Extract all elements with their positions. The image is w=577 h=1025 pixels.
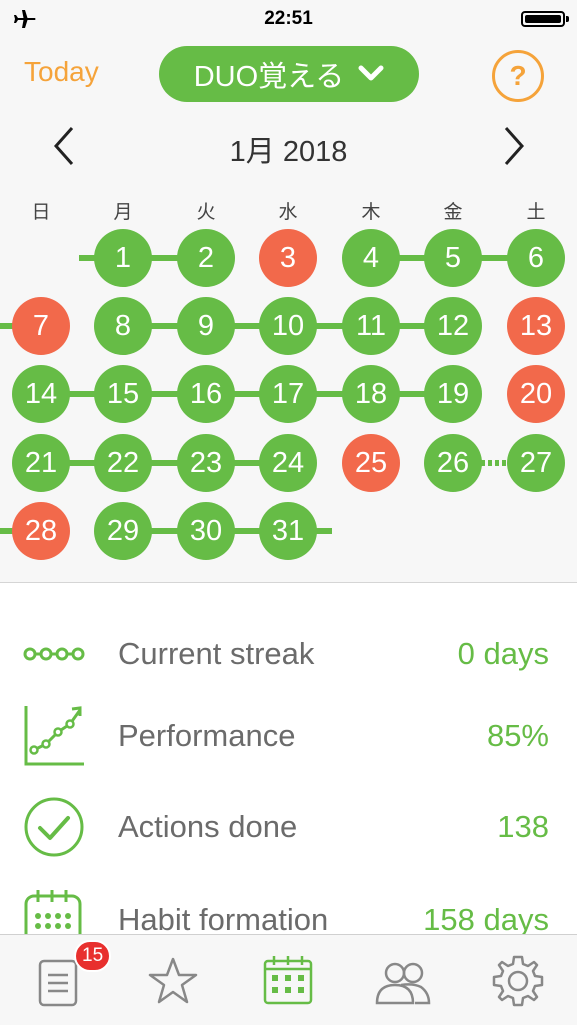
calendar-day-done[interactable]: 19 bbox=[424, 365, 482, 423]
battery-icon bbox=[521, 11, 569, 27]
calendar-day-done[interactable]: 10 bbox=[259, 297, 317, 355]
calendar-day-missed[interactable]: 3 bbox=[259, 229, 317, 287]
divider bbox=[0, 582, 577, 583]
stat-label: Current streak bbox=[118, 636, 315, 671]
stat-label: Habit formation bbox=[118, 902, 329, 937]
weekday-label: 木 bbox=[361, 202, 381, 223]
calendar-day-done[interactable]: 27 bbox=[507, 434, 565, 492]
today-button[interactable]: Today bbox=[24, 56, 99, 88]
stat-value: 138 bbox=[497, 809, 549, 844]
calendar-day-done[interactable]: 1 bbox=[94, 229, 152, 287]
calendar-day-done[interactable]: 17 bbox=[259, 365, 317, 423]
calendar-day-done[interactable]: 8 bbox=[94, 297, 152, 355]
settings-gear-icon[interactable] bbox=[488, 951, 548, 1011]
calendar-day-missed[interactable]: 7 bbox=[12, 297, 70, 355]
weekday-label: 水 bbox=[278, 202, 298, 223]
calendar-day-done[interactable]: 23 bbox=[177, 434, 235, 492]
performance-chart-icon bbox=[24, 706, 84, 766]
calendar-day-done[interactable]: 9 bbox=[177, 297, 235, 355]
calendar-day-done[interactable]: 24 bbox=[259, 434, 317, 492]
community-tab-icon[interactable] bbox=[373, 951, 433, 1011]
calendar-day-done[interactable]: 18 bbox=[342, 365, 400, 423]
help-button[interactable]: ? bbox=[492, 50, 544, 102]
calendar-day-done[interactable]: 21 bbox=[12, 434, 70, 492]
stat-value: 158 days bbox=[423, 902, 549, 937]
month-navigation: 1月 2018 bbox=[0, 118, 577, 172]
weekday-label: 金 bbox=[443, 202, 463, 223]
calendar-day-done[interactable]: 6 bbox=[507, 229, 565, 287]
calendar-day-done[interactable]: 29 bbox=[94, 502, 152, 560]
status-time: 22:51 bbox=[264, 8, 313, 29]
calendar-day-missed[interactable]: 20 bbox=[507, 365, 565, 423]
chevron-down-icon bbox=[358, 65, 384, 81]
month-title: 1月 2018 bbox=[229, 136, 348, 168]
calendar-day-done[interactable]: 11 bbox=[342, 297, 400, 355]
habit-selector-button[interactable]: DUO覚える bbox=[159, 46, 419, 102]
calendar-day-done[interactable]: 14 bbox=[12, 365, 70, 423]
stat-value: 0 days bbox=[457, 636, 549, 671]
star-tab-icon[interactable] bbox=[143, 951, 203, 1011]
weekday-label: 土 bbox=[526, 202, 546, 223]
status-bar: 22:51 bbox=[0, 0, 577, 38]
calendar-day-missed[interactable]: 28 bbox=[12, 502, 70, 560]
stat-label: Performance bbox=[118, 718, 296, 753]
calendar-day-done[interactable]: 31 bbox=[259, 502, 317, 560]
streak-icon bbox=[23, 647, 85, 661]
calendar-day-done[interactable]: 22 bbox=[94, 434, 152, 492]
stat-performance: Performance 85% bbox=[0, 704, 577, 774]
stat-value: 85% bbox=[486, 718, 549, 753]
notes-badge: 15 bbox=[74, 940, 112, 972]
weekday-header: 日月火水木金土 bbox=[0, 197, 577, 223]
calendar-day-done[interactable]: 16 bbox=[177, 365, 235, 423]
chevron-right-icon[interactable] bbox=[500, 124, 530, 168]
habit-name: DUO覚える bbox=[193, 61, 345, 93]
calendar-day-done[interactable]: 4 bbox=[342, 229, 400, 287]
calendar-day-done[interactable]: 2 bbox=[177, 229, 235, 287]
calendar-tab-icon[interactable] bbox=[258, 951, 318, 1011]
calendar-day-done[interactable]: 5 bbox=[424, 229, 482, 287]
weekday-label: 火 bbox=[196, 202, 216, 223]
calendar-day-done[interactable]: 12 bbox=[424, 297, 482, 355]
checkmark-circle-icon bbox=[24, 797, 84, 857]
calendar-day-done[interactable]: 26 bbox=[424, 434, 482, 492]
calendar-day-missed[interactable]: 13 bbox=[507, 297, 565, 355]
stat-label: Actions done bbox=[118, 809, 298, 844]
weekday-label: 日 bbox=[31, 202, 51, 223]
stat-actions-done: Actions done 138 bbox=[0, 795, 577, 865]
calendar-day-done[interactable]: 30 bbox=[177, 502, 235, 560]
stat-current-streak: Current streak 0 days bbox=[0, 622, 577, 692]
calendar-day-missed[interactable]: 25 bbox=[342, 434, 400, 492]
weekday-label: 月 bbox=[113, 202, 133, 223]
calendar-day-done[interactable]: 15 bbox=[94, 365, 152, 423]
